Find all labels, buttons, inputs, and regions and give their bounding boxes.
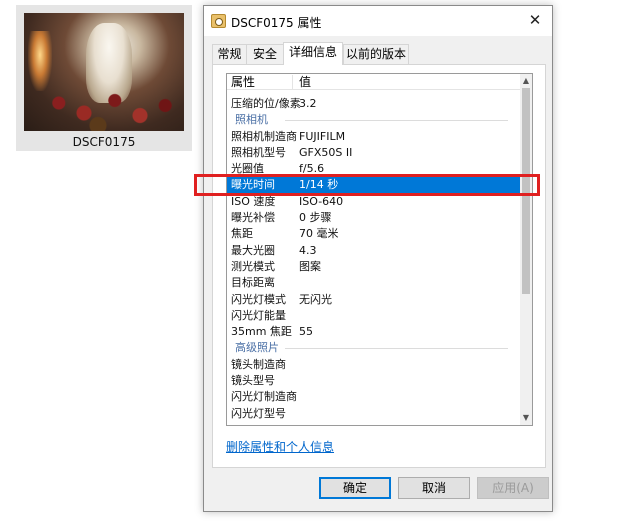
image-file-icon: [211, 14, 226, 28]
list-header: 属性 值: [227, 74, 520, 90]
property-value: 70 毫米: [299, 227, 339, 241]
cancel-button[interactable]: 取消: [398, 477, 470, 499]
file-thumbnail[interactable]: DSCF0175: [16, 5, 192, 151]
dialog-title: DSCF0175 属性: [231, 16, 322, 30]
scroll-down-icon[interactable]: ▼: [520, 412, 532, 424]
property-name: 闪光灯模式: [231, 292, 286, 306]
column-header-property[interactable]: 属性: [231, 74, 255, 90]
property-name: 闪光灯型号: [231, 406, 286, 420]
property-name: ISO 速度: [231, 194, 276, 208]
thumbnail-filename: DSCF0175: [72, 135, 136, 149]
tab-security[interactable]: 安全: [246, 44, 284, 64]
list-item[interactable]: 闪光灯能量: [227, 308, 520, 324]
property-value: 55: [299, 325, 313, 339]
scroll-thumb[interactable]: [522, 88, 530, 294]
list-item[interactable]: 曝光补偿 0 步骤: [227, 210, 520, 226]
column-separator[interactable]: [292, 75, 293, 89]
list-item[interactable]: 目标距离: [227, 275, 520, 291]
property-name: 最大光圈: [231, 243, 275, 257]
property-name: 镜头型号: [231, 374, 275, 388]
tab-strip: 常规 安全 详细信息 以前的版本: [212, 42, 546, 65]
property-value: ISO-640: [299, 194, 344, 208]
group-divider: [285, 348, 508, 350]
list-item[interactable]: 压缩的位/像素 3.2: [227, 96, 520, 112]
property-value: 3.2: [299, 97, 317, 110]
property-rows: 压缩的位/像素 3.2 照相机 照相机制造商 FUJIFILM 照相机型号 GFX50…: [227, 90, 520, 422]
remove-properties-link[interactable]: 删除属性和个人信息: [226, 438, 334, 455]
photo-candle-region: [28, 31, 52, 91]
properties-dialog: DSCF0175 属性 ✕ 常规 安全 详细信息 以前的版本 属性 值 压缩的位…: [203, 5, 553, 512]
group-divider: [285, 120, 508, 122]
scroll-up-icon[interactable]: ▲: [520, 75, 532, 87]
list-item[interactable]: 镜头型号: [227, 373, 520, 389]
photo-preview: [24, 13, 184, 131]
close-icon: ✕: [528, 11, 542, 29]
list-item[interactable]: 照相机制造商 FUJIFILM: [227, 129, 520, 145]
details-panel: 属性 值 压缩的位/像素 3.2 照相机 照相机制造商 FUJIFILM 照相机型号…: [212, 64, 546, 468]
property-value: GFX50S II: [299, 145, 353, 159]
list-item[interactable]: 照相机型号 GFX50S II: [227, 145, 520, 161]
list-item[interactable]: 闪光灯型号: [227, 406, 520, 422]
property-name: 曝光时间: [231, 178, 275, 192]
property-name: 照相机制造商: [231, 129, 297, 143]
apply-button[interactable]: 应用(A): [477, 477, 549, 499]
list-item[interactable]: 闪光灯制造商: [227, 389, 520, 405]
list-item[interactable]: 光圈值 f/5.6: [227, 161, 520, 177]
property-name: 目标距离: [231, 276, 275, 290]
ok-button[interactable]: 确定: [319, 477, 391, 499]
list-item[interactable]: 闪光灯模式 无闪光: [227, 292, 520, 308]
list-item[interactable]: 测光模式 图案: [227, 259, 520, 275]
property-value: 无闪光: [299, 292, 332, 306]
column-header-value[interactable]: 值: [299, 74, 311, 90]
list-item[interactable]: 最大光圈 4.3: [227, 243, 520, 259]
group-header-camera: 照相机: [227, 112, 520, 128]
property-name: 镜头制造商: [231, 357, 286, 371]
list-item[interactable]: 35mm 焦距 55: [227, 324, 520, 340]
property-name: 闪光灯制造商: [231, 390, 297, 404]
property-name: 压缩的位/像素: [231, 97, 301, 110]
photo-flowers-region: [42, 83, 182, 131]
property-value: 1/14 秒: [299, 178, 339, 192]
tab-general[interactable]: 常规: [212, 44, 247, 64]
property-name: 35mm 焦距: [231, 325, 292, 339]
list-item[interactable]: 焦距 70 毫米: [227, 226, 520, 242]
property-value: 0 步骤: [299, 211, 332, 225]
property-name: 光圈值: [231, 162, 264, 176]
property-name: 曝光补偿: [231, 211, 275, 225]
property-name: 测光模式: [231, 259, 275, 273]
tab-previous-versions[interactable]: 以前的版本: [343, 44, 409, 64]
property-list[interactable]: 属性 值 压缩的位/像素 3.2 照相机 照相机制造商 FUJIFILM 照相机型号…: [226, 73, 533, 426]
list-item[interactable]: ISO 速度 ISO-640: [227, 194, 520, 210]
list-item-selected[interactable]: 曝光时间 1/14 秒: [227, 177, 520, 194]
group-header-advanced-photo: 高级照片: [227, 340, 520, 356]
list-item[interactable]: 镜头制造商: [227, 357, 520, 373]
group-label: 照相机: [235, 113, 268, 127]
property-value: FUJIFILM: [299, 129, 346, 143]
vertical-scrollbar[interactable]: ▲ ▼: [520, 74, 532, 425]
property-value: 图案: [299, 259, 321, 273]
property-name: 焦距: [231, 227, 253, 241]
property-name: 闪光灯能量: [231, 308, 286, 322]
property-value: 4.3: [299, 243, 317, 257]
group-label: 高级照片: [235, 341, 279, 355]
property-name: 照相机型号: [231, 145, 286, 159]
tab-details[interactable]: 详细信息: [283, 42, 343, 65]
close-button[interactable]: ✕: [520, 7, 550, 33]
title-bar[interactable]: DSCF0175 属性 ✕: [204, 6, 552, 36]
property-value: f/5.6: [299, 162, 325, 176]
